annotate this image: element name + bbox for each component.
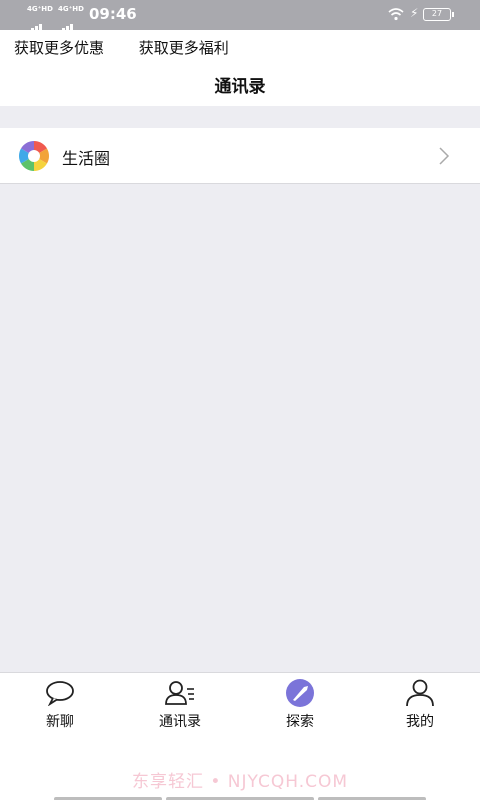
tab-me[interactable]: 我的	[360, 679, 480, 733]
signal-icon: 4G⁺HD	[27, 5, 53, 33]
battery-level: 27	[431, 9, 443, 18]
promo-links: 获取更多优惠 获取更多福利	[14, 37, 259, 58]
tab-label: 我的	[406, 714, 434, 730]
list-item-label: 生活圈	[62, 149, 111, 168]
network-type-label: 4G⁺HD	[58, 5, 84, 13]
person-icon	[406, 679, 434, 707]
watermark: 东享轻汇 • NJYCQH.COM	[131, 772, 349, 792]
tab-label: 探索	[286, 714, 314, 730]
tab-label: 新聊	[46, 714, 74, 730]
tab-new-chat[interactable]: 新聊	[0, 679, 120, 733]
tab-contacts[interactable]: 通讯录	[120, 679, 240, 733]
promo-link-discounts[interactable]: 获取更多优惠	[14, 39, 104, 57]
charging-icon: ⚡	[410, 6, 419, 20]
signal-icon: 4G⁺HD	[58, 5, 84, 33]
tab-explore[interactable]: 探索	[240, 679, 360, 733]
chevron-right-icon	[439, 147, 450, 165]
clock: 09:46	[89, 5, 137, 23]
chat-bubble-icon	[46, 681, 74, 706]
page-title: 通讯录	[214, 77, 266, 97]
tab-label: 通讯录	[159, 714, 201, 730]
header: 获取更多优惠 获取更多福利 通讯录	[0, 30, 480, 106]
contacts-icon	[165, 681, 194, 705]
list-item[interactable]: 生活圈	[0, 128, 480, 184]
network-type-label: 4G⁺HD	[27, 5, 53, 13]
bottom-nav: 新聊 通讯录 探索 我的 东享轻汇 • NJYCQH.COM	[0, 672, 480, 800]
wifi-icon	[388, 8, 404, 21]
compass-icon	[286, 679, 314, 707]
status-bar: 4G⁺HD 4G⁺HD 09:46 ⚡ 27	[0, 0, 480, 33]
moments-aperture-icon	[19, 141, 49, 171]
promo-link-benefits[interactable]: 获取更多福利	[139, 39, 229, 57]
battery-icon: 27	[423, 8, 454, 21]
